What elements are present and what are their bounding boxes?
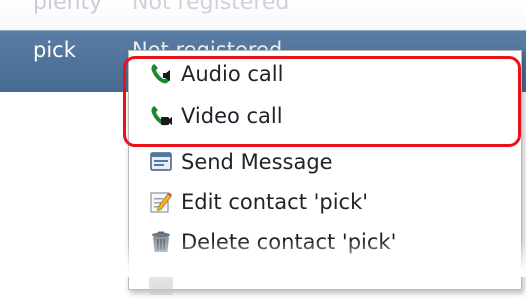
menu-item-delete-contact[interactable]: Delete contact 'pick' bbox=[149, 225, 509, 259]
edit-icon bbox=[149, 190, 173, 214]
delete-icon bbox=[149, 230, 173, 254]
menu-item-label: Send Message bbox=[181, 150, 333, 174]
partial-icon bbox=[149, 271, 173, 295]
menu-item-video-call[interactable]: Video call bbox=[149, 99, 509, 133]
menu-item-label: Audio call bbox=[181, 62, 284, 86]
contact-status: Not registered bbox=[132, 0, 290, 15]
menu-item-partial bbox=[149, 266, 509, 300]
context-menu: Audio call Video call Send Message Edit … bbox=[128, 50, 522, 295]
contact-name: pick bbox=[33, 38, 76, 62]
menu-item-label: Video call bbox=[181, 104, 283, 128]
menu-item-label: Delete contact 'pick' bbox=[181, 230, 397, 254]
menu-item-label: Edit contact 'pick' bbox=[181, 190, 369, 214]
contact-name: plenty bbox=[33, 0, 103, 15]
menu-item-send-message[interactable]: Send Message bbox=[149, 145, 509, 179]
menu-item-edit-contact[interactable]: Edit contact 'pick' bbox=[149, 185, 509, 219]
menu-item-audio-call[interactable]: Audio call bbox=[149, 57, 509, 91]
contact-row-plenty[interactable]: plenty Not registered bbox=[0, 0, 526, 30]
video-call-icon bbox=[149, 104, 173, 128]
audio-call-icon bbox=[149, 62, 173, 86]
message-icon bbox=[149, 150, 173, 174]
